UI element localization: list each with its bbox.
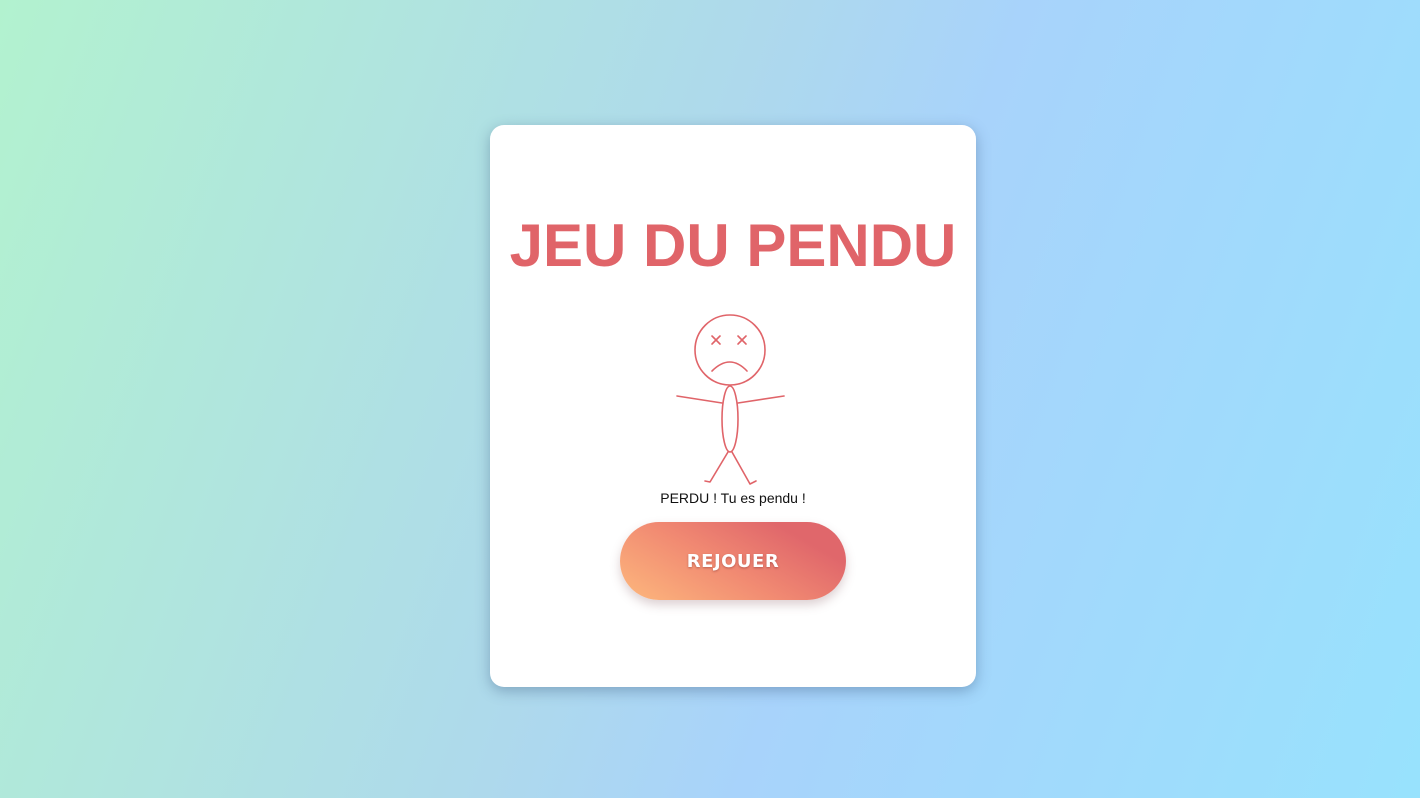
replay-button[interactable]: REJOUER xyxy=(620,522,846,600)
frown-mouth xyxy=(711,361,748,372)
right-eye-x-icon xyxy=(737,335,747,345)
torso xyxy=(721,385,739,453)
game-over-message: PERDU ! Tu es pendu ! xyxy=(660,490,806,506)
left-arm xyxy=(676,395,723,404)
stick-figure-drawing xyxy=(676,314,785,485)
head xyxy=(694,314,766,386)
right-arm xyxy=(737,395,785,404)
game-card: JEU DU PENDU PERDU ! Tu es pendu ! REJOU… xyxy=(490,125,976,687)
game-title: JEU DU PENDU xyxy=(509,212,957,279)
right-leg xyxy=(731,451,757,485)
left-eye-x-icon xyxy=(711,335,721,345)
left-leg xyxy=(704,451,729,483)
